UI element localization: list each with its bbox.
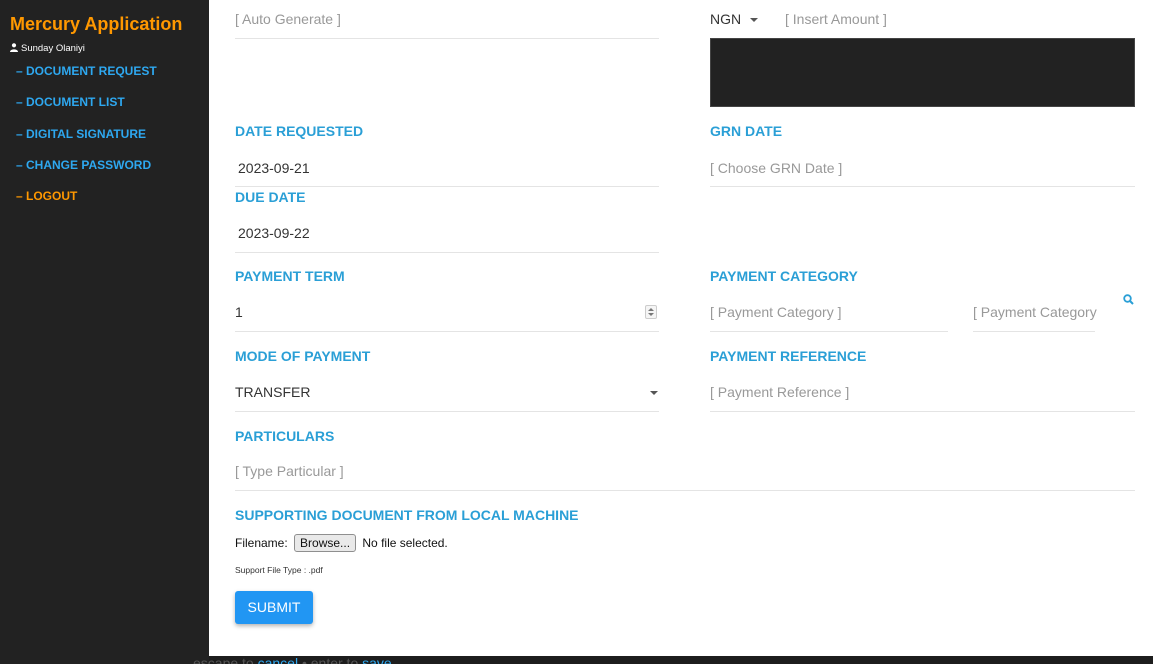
nav-logout[interactable]: – LOGOUT — [16, 189, 77, 203]
payment-category-underline — [710, 331, 948, 332]
support-file-type-note: Support File Type : .pdf — [235, 565, 323, 575]
currency-dropdown-icon[interactable] — [750, 18, 758, 22]
currency-select[interactable]: NGN — [710, 11, 741, 27]
nav-document-list[interactable]: – DOCUMENT LIST — [16, 95, 125, 109]
grn-date-label: GRN DATE — [710, 123, 783, 139]
app-title: Mercury Application — [10, 14, 183, 34]
browse-button[interactable]: Browse... — [294, 534, 357, 552]
payment-term-label: PAYMENT TERM — [235, 268, 345, 284]
due-date-label: DUE DATE — [235, 189, 306, 205]
due-date-input[interactable]: 2023-09-22 — [238, 225, 310, 241]
edit-hint: escape to cancel • enter to save — [193, 656, 392, 664]
auto-generate-underline — [235, 38, 659, 39]
user-info: Sunday Olaniyi — [10, 43, 85, 54]
payment-term-underline — [235, 331, 659, 332]
mode-of-payment-underline — [235, 411, 659, 412]
file-upload-row: Filename: Browse... No file selected. — [235, 534, 448, 552]
grn-date-input[interactable]: [ Choose GRN Date ] — [710, 160, 842, 176]
hint-save-link[interactable]: save — [362, 656, 392, 664]
date-requested-label: DATE REQUESTED — [235, 123, 364, 139]
payment-term-input[interactable]: 1 — [235, 304, 243, 320]
no-file-text: No file selected. — [362, 536, 448, 550]
payment-category-input[interactable]: [ Payment Category ] — [710, 304, 842, 320]
search-icon[interactable] — [1123, 294, 1134, 305]
supporting-document-label: SUPPORTING DOCUMENT FROM LOCAL MACHINE — [235, 507, 579, 523]
submit-button[interactable]: SUBMIT — [235, 591, 313, 624]
nav-change-password[interactable]: – CHANGE PASSWORD — [16, 158, 151, 172]
hint-cancel-link[interactable]: cancel — [258, 656, 298, 664]
user-name: Sunday Olaniyi — [21, 43, 85, 54]
hint-enter-text: • enter to — [301, 656, 359, 664]
nav-document-request[interactable]: – DOCUMENT REQUEST — [16, 64, 157, 78]
mode-of-payment-dropdown-icon[interactable] — [650, 391, 658, 395]
particulars-underline — [235, 490, 1135, 491]
payment-reference-input[interactable]: [ Payment Reference ] — [710, 384, 849, 400]
date-requested-input[interactable]: 2023-09-21 — [238, 160, 310, 176]
payment-reference-underline — [710, 411, 1135, 412]
sidebar: Mercury Application Sunday Olaniyi – DOC… — [0, 0, 209, 664]
auto-generate-field[interactable]: [ Auto Generate ] — [235, 11, 341, 27]
nav-digital-signature[interactable]: – DIGITAL SIGNATURE — [16, 127, 146, 141]
payment-category-name-input[interactable]: [ Payment Category — [973, 304, 1097, 320]
due-date-underline — [235, 252, 659, 253]
mode-of-payment-select[interactable]: TRANSFER — [235, 384, 310, 400]
user-icon — [10, 43, 18, 52]
particulars-label: PARTICULARS — [235, 428, 335, 444]
particulars-input[interactable]: [ Type Particular ] — [235, 463, 344, 479]
form-panel: [ Auto Generate ] NGN [ Insert Amount ] … — [209, 0, 1153, 656]
date-requested-underline — [235, 186, 659, 187]
hint-escape-text: escape to — [193, 656, 254, 664]
amount-textarea[interactable] — [710, 38, 1135, 107]
amount-input[interactable]: [ Insert Amount ] — [785, 11, 887, 27]
payment-category-label: PAYMENT CATEGORY — [710, 268, 858, 284]
payment-reference-label: PAYMENT REFERENCE — [710, 348, 867, 364]
filename-label: Filename: — [235, 536, 288, 550]
grn-date-underline — [710, 186, 1135, 187]
payment-category-name-underline — [973, 331, 1095, 332]
payment-term-stepper[interactable] — [645, 305, 657, 319]
mode-of-payment-label: MODE OF PAYMENT — [235, 348, 371, 364]
